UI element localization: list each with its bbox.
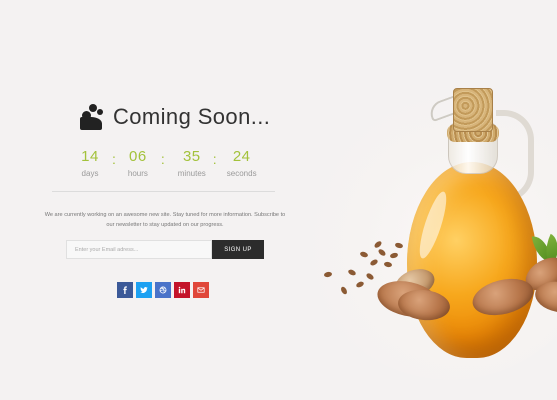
mail-icon <box>197 287 205 293</box>
countdown-seconds: 24 seconds <box>226 148 258 178</box>
jar-body <box>407 162 537 358</box>
oil-jar-image <box>300 60 557 380</box>
page-title: Coming Soon... <box>113 104 271 129</box>
countdown-minutes-value: 35 <box>182 148 201 165</box>
countdown-seconds-value: 24 <box>232 148 251 165</box>
logo-icon <box>80 104 104 130</box>
cork <box>453 88 493 132</box>
countdown-hours: 06 hours <box>127 148 149 178</box>
email-button[interactable] <box>193 282 209 298</box>
countdown-hours-value: 06 <box>129 148 147 165</box>
countdown-separator: : <box>160 151 165 167</box>
countdown-days-label: days <box>81 169 99 178</box>
countdown-minutes-label: minutes <box>177 169 206 178</box>
linkedin-icon <box>178 286 186 294</box>
twitter-icon <box>140 287 148 293</box>
countdown-timer: 14 days : 06 hours : 35 minutes : 24 sec… <box>80 148 258 178</box>
dribbble-button[interactable] <box>155 282 171 298</box>
countdown-minutes: 35 minutes <box>177 148 207 178</box>
twitter-button[interactable] <box>136 282 152 298</box>
newsletter-form: SIGN UP <box>66 240 264 259</box>
countdown-separator: : <box>212 151 217 167</box>
email-field[interactable] <box>66 240 212 259</box>
countdown-hours-label: hours <box>127 169 148 178</box>
description-text: We are currently working on an awesome n… <box>44 212 286 228</box>
social-links <box>117 282 209 298</box>
linkedin-button[interactable] <box>174 282 190 298</box>
dribbble-icon <box>159 286 167 294</box>
coming-soon-page: Coming Soon... 14 days : 06 hours : 35 m… <box>0 0 557 400</box>
countdown-days: 14 days <box>80 148 100 178</box>
countdown-days-value: 14 <box>81 148 99 165</box>
brand-header: Coming Soon... <box>80 104 270 130</box>
countdown-seconds-label: seconds <box>226 169 257 178</box>
divider <box>52 191 275 192</box>
facebook-icon <box>123 286 127 294</box>
countdown-separator: : <box>112 151 116 167</box>
signup-button[interactable]: SIGN UP <box>212 240 264 259</box>
facebook-button[interactable] <box>117 282 133 298</box>
